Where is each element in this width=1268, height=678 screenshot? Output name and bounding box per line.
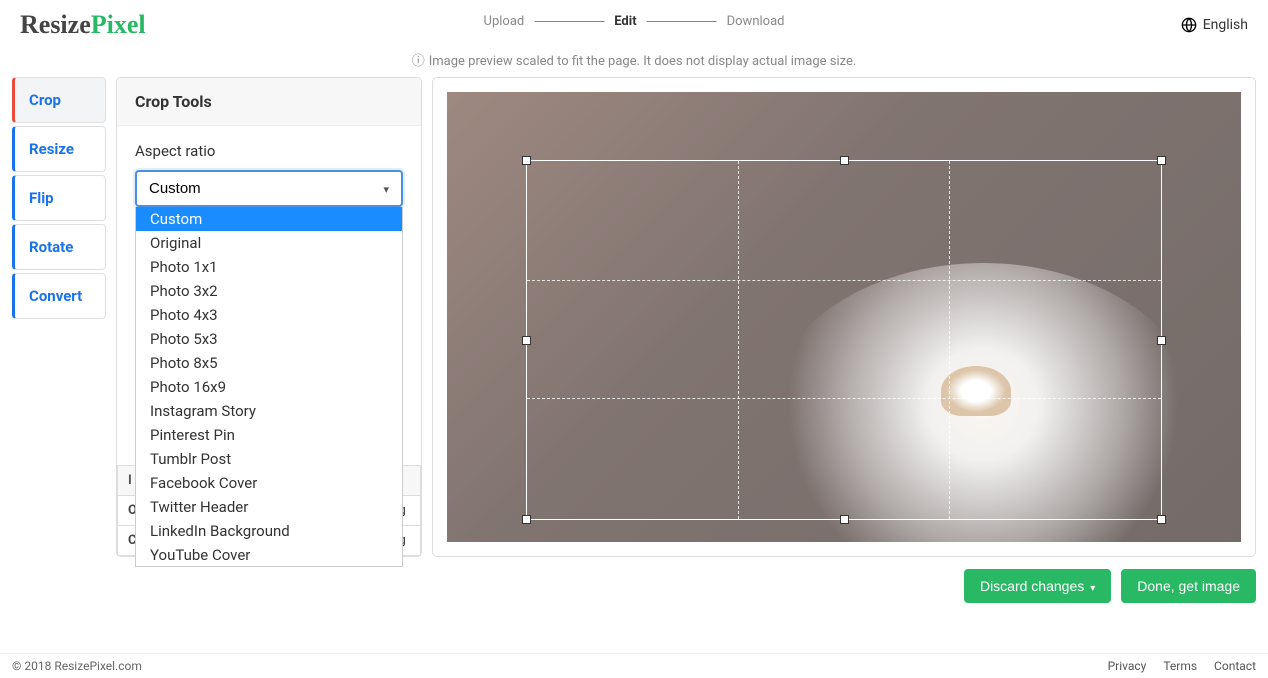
crop-handle-tl[interactable] <box>522 156 531 165</box>
tools-body: Aspect ratio Custom Custom Original Phot… <box>117 126 421 465</box>
footer: © 2018 ResizePixel.com Privacy Terms Con… <box>0 653 1268 678</box>
main-content: Crop Resize Flip Rotate Convert Crop Too… <box>0 77 1268 557</box>
aspect-ratio-dropdown: Custom Original Photo 1x1 Photo 3x2 Phot… <box>135 207 403 567</box>
step-download[interactable]: Download <box>727 14 785 29</box>
aspect-ratio-select[interactable]: Custom <box>135 170 403 207</box>
chevron-down-icon <box>1084 578 1095 594</box>
dropdown-option-tumblr[interactable]: Tumblr Post <box>136 447 402 471</box>
header: ResizePixel Upload Edit Download English <box>0 0 1268 46</box>
crop-selection[interactable] <box>526 160 1161 520</box>
step-divider <box>647 21 717 22</box>
copyright: © 2018 ResizePixel.com <box>12 659 142 673</box>
language-label: English <box>1203 17 1248 33</box>
language-selector[interactable]: English <box>1181 17 1248 33</box>
dropdown-option-linkedin[interactable]: LinkedIn Background <box>136 519 402 543</box>
globe-icon <box>1181 17 1197 33</box>
dropdown-option-pinterest[interactable]: Pinterest Pin <box>136 423 402 447</box>
crop-handle-ml[interactable] <box>522 336 531 345</box>
crop-handle-bm[interactable] <box>840 515 849 524</box>
sidebar-item-resize[interactable]: Resize <box>12 126 106 172</box>
crop-handle-mr[interactable] <box>1157 336 1166 345</box>
aspect-ratio-select-wrap: Custom Custom Original Photo 1x1 Photo 3… <box>135 170 403 207</box>
sidebar-item-convert[interactable]: Convert <box>12 273 106 319</box>
dropdown-option-5x3[interactable]: Photo 5x3 <box>136 327 402 351</box>
contact-link[interactable]: Contact <box>1214 659 1256 673</box>
step-divider <box>534 21 604 22</box>
dropdown-option-4x3[interactable]: Photo 4x3 <box>136 303 402 327</box>
dropdown-option-youtube[interactable]: YouTube Cover <box>136 543 402 567</box>
progress-steps: Upload Edit Download <box>484 14 785 29</box>
crop-handle-tr[interactable] <box>1157 156 1166 165</box>
crop-handle-bl[interactable] <box>522 515 531 524</box>
select-value: Custom <box>149 180 201 197</box>
step-edit[interactable]: Edit <box>614 14 636 29</box>
dropdown-option-3x2[interactable]: Photo 3x2 <box>136 279 402 303</box>
logo-part1: Resize <box>20 10 91 39</box>
crop-handle-tm[interactable] <box>840 156 849 165</box>
tools-title: Crop Tools <box>117 78 421 126</box>
dropdown-option-twitter[interactable]: Twitter Header <box>136 495 402 519</box>
dropdown-option-8x5[interactable]: Photo 8x5 <box>136 351 402 375</box>
step-upload[interactable]: Upload <box>484 14 525 29</box>
dropdown-option-custom[interactable]: Custom <box>136 207 402 231</box>
discard-button[interactable]: Discard changes <box>964 569 1111 603</box>
image-canvas[interactable] <box>447 92 1241 542</box>
logo[interactable]: ResizePixel <box>20 10 146 40</box>
sidebar-item-crop[interactable]: Crop <box>12 77 106 123</box>
sidebar: Crop Resize Flip Rotate Convert <box>12 77 106 557</box>
dropdown-option-1x1[interactable]: Photo 1x1 <box>136 255 402 279</box>
info-icon <box>412 54 429 69</box>
chevron-down-icon <box>383 180 389 197</box>
preview-note: Image preview scaled to fit the page. It… <box>0 46 1268 77</box>
dropdown-option-facebook[interactable]: Facebook Cover <box>136 471 402 495</box>
terms-link[interactable]: Terms <box>1163 659 1197 673</box>
footer-links: Privacy Terms Contact <box>1094 659 1256 673</box>
preview-panel <box>432 77 1256 557</box>
sidebar-item-rotate[interactable]: Rotate <box>12 224 106 270</box>
privacy-link[interactable]: Privacy <box>1108 659 1147 673</box>
sidebar-item-flip[interactable]: Flip <box>12 175 106 221</box>
done-button[interactable]: Done, get image <box>1121 569 1256 603</box>
dropdown-option-original[interactable]: Original <box>136 231 402 255</box>
crop-handle-br[interactable] <box>1157 515 1166 524</box>
dropdown-option-16x9[interactable]: Photo 16x9 <box>136 375 402 399</box>
logo-part2: Pixel <box>91 10 146 39</box>
aspect-ratio-label: Aspect ratio <box>135 142 403 160</box>
tools-panel: Crop Tools Aspect ratio Custom Custom Or… <box>116 77 422 557</box>
dropdown-option-instagram[interactable]: Instagram Story <box>136 399 402 423</box>
